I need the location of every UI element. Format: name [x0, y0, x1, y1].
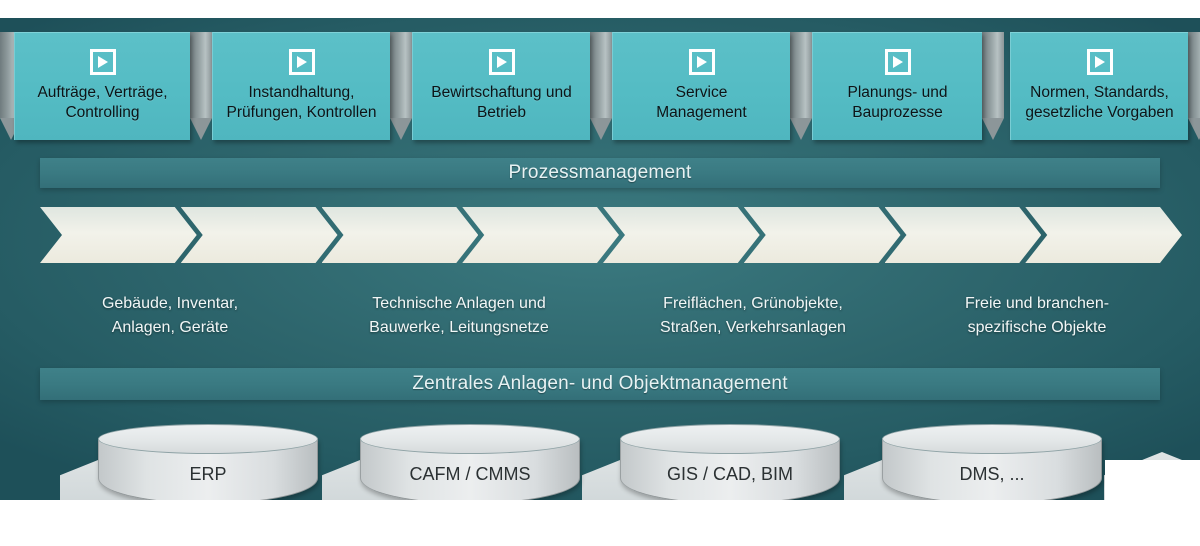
play-icon	[688, 49, 715, 75]
database-cylinder-4[interactable]: DMS, ...	[882, 424, 1102, 508]
process-domain-label: Instandhaltung, Prüfungen, Kontrollen	[226, 84, 377, 121]
cylinder-top-ellipse	[882, 424, 1102, 454]
play-icon	[1086, 49, 1113, 75]
process-domain-label: Bewirtschaftung und Betrieb	[431, 84, 572, 121]
band-zentrales-anlagenmanagement: Zentrales Anlagen- und Objektmanagement	[40, 368, 1160, 400]
process-step-chevron-8[interactable]	[1025, 207, 1182, 263]
database-cylinder-3[interactable]: GIS / CAD, BIM	[620, 424, 840, 508]
process-domain-row: Aufträge, Verträge, Controlling Instandha…	[0, 32, 1200, 142]
process-domain-label: Service Management	[656, 84, 747, 121]
process-chevron-row	[0, 207, 1200, 263]
database-systems-row: ERP CAFM / CMMS GIS / CAD, BIM DMS, ...	[0, 424, 1200, 510]
band-zentrales-anlagenmanagement-label: Zentrales Anlagen- und Objektmanagement	[412, 373, 788, 394]
play-icon	[488, 49, 515, 75]
cylinder-top-ellipse	[620, 424, 840, 454]
process-domain-box-6[interactable]: Normen, Standards, gesetzliche Vorgaben	[1010, 32, 1188, 140]
process-step-chevron-3[interactable]	[322, 207, 479, 263]
bottom-crop-strip	[0, 500, 1200, 546]
play-icon	[89, 49, 116, 75]
database-cylinder-2[interactable]: CAFM / CMMS	[360, 424, 580, 508]
process-step-chevron-1[interactable]	[40, 207, 197, 263]
object-category-row: Gebäude, Inventar, Anlagen, Geräte Techni…	[0, 292, 1200, 352]
process-step-chevron-4[interactable]	[462, 207, 619, 263]
diagram-canvas: Aufträge, Verträge, Controlling Instandha…	[0, 0, 1200, 546]
database-cylinder-1[interactable]: ERP	[98, 424, 318, 508]
database-label: CAFM / CMMS	[409, 464, 531, 484]
process-domain-box-1[interactable]: Aufträge, Verträge, Controlling	[14, 32, 190, 140]
object-category-label-4: Freie und branchen- spezifische Objekte	[964, 295, 1110, 336]
database-label: DMS, ...	[959, 464, 1025, 484]
play-icon	[884, 49, 911, 75]
process-domain-label: Normen, Standards, gesetzliche Vorgaben	[1025, 84, 1174, 121]
object-category-label-3: Freiflächen, Grünobjekte, Straßen, Verke…	[660, 295, 846, 336]
cylinder-top-ellipse	[360, 424, 580, 454]
process-domain-label: Planungs- und Bauprozesse	[847, 84, 948, 121]
process-step-chevron-5[interactable]	[603, 207, 760, 263]
cylinder-top-ellipse	[98, 424, 318, 454]
process-domain-label: Aufträge, Verträge, Controlling	[37, 84, 168, 121]
object-category-label-2: Technische Anlagen und Bauwerke, Leitung…	[369, 295, 549, 336]
process-step-chevron-7[interactable]	[885, 207, 1042, 263]
process-domain-box-4[interactable]: Service Management	[612, 32, 790, 140]
process-step-chevron-2[interactable]	[181, 207, 338, 263]
object-category-label-1: Gebäude, Inventar, Anlagen, Geräte	[101, 295, 239, 336]
process-domain-box-2[interactable]: Instandhaltung, Prüfungen, Kontrollen	[212, 32, 390, 140]
band-prozessmanagement: Prozessmanagement	[40, 158, 1160, 188]
database-label: ERP	[189, 464, 227, 484]
band-prozessmanagement-label: Prozessmanagement	[508, 162, 692, 183]
process-domain-box-5[interactable]: Planungs- und Bauprozesse	[812, 32, 982, 140]
process-step-chevron-6[interactable]	[744, 207, 901, 263]
process-domain-box-3[interactable]: Bewirtschaftung und Betrieb	[412, 32, 590, 140]
play-icon	[288, 49, 315, 75]
database-label: GIS / CAD, BIM	[666, 464, 794, 484]
